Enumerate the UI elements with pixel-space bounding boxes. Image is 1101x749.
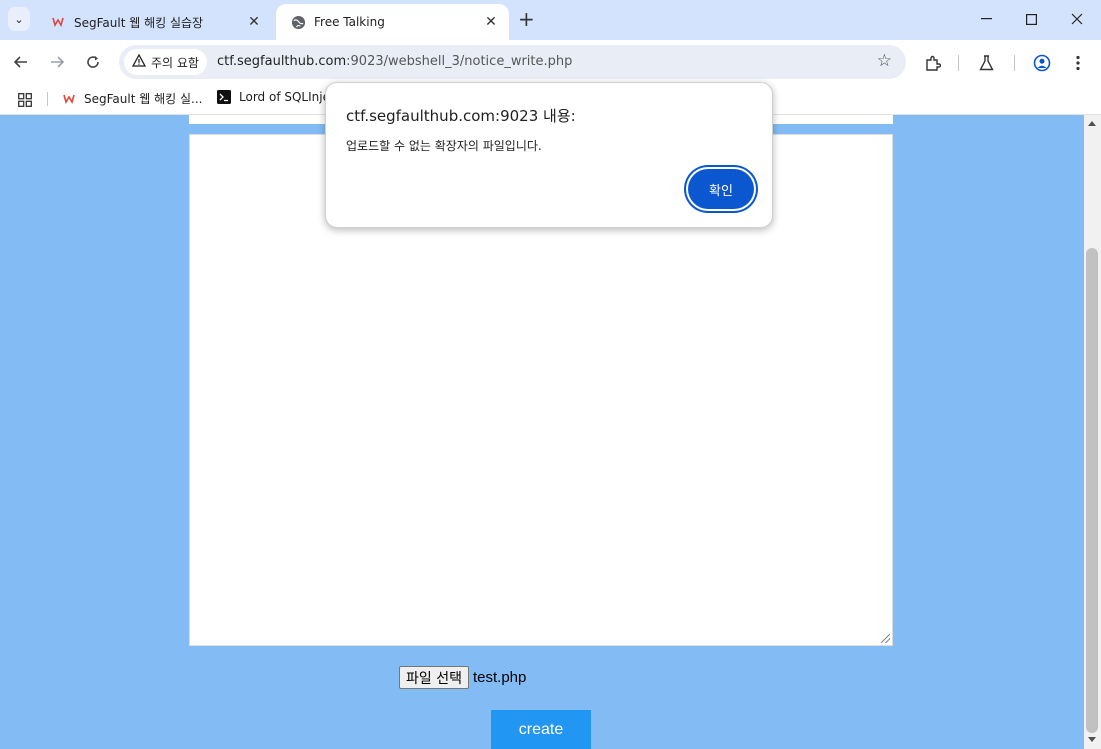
tab-free-talking[interactable]: Free Talking ✕ — [276, 4, 509, 40]
tab-title: SegFault 웹 해킹 실습장 — [74, 15, 204, 30]
bookmark-label: Lord of SQLInje — [239, 90, 330, 104]
warning-icon — [131, 53, 147, 70]
chevron-down-icon: ⌄ — [14, 12, 24, 26]
address-bar[interactable]: 주의 요함 ctf.segfaulthub.com:9023/webshell_… — [119, 45, 906, 79]
terminal-icon — [217, 90, 231, 104]
new-tab-icon[interactable]: + — [518, 8, 535, 30]
tab-strip: ⌄ SegFault 웹 해킹 실습장 ✕ Free Talking ✕ + — [0, 0, 1101, 40]
vertical-scrollbar[interactable] — [1084, 115, 1101, 749]
close-window-icon[interactable] — [1054, 0, 1100, 38]
globe-icon — [290, 14, 306, 30]
selected-file-name: test.php — [472, 669, 527, 686]
maximize-icon[interactable] — [1008, 0, 1054, 38]
resize-handle-icon[interactable] — [881, 634, 890, 643]
alert-dialog: ctf.segfaulthub.com:9023 내용: 업로드할 수 없는 확… — [325, 82, 773, 228]
tab-title: Free Talking — [314, 15, 385, 29]
minimize-icon[interactable] — [963, 0, 1009, 38]
bookmark-star-icon[interactable]: ☆ — [877, 51, 892, 71]
file-upload: 파일 선택 test.php — [399, 666, 526, 689]
extensions-icon[interactable] — [921, 52, 943, 74]
close-tab-icon[interactable]: ✕ — [483, 14, 499, 30]
tab-search-button[interactable]: ⌄ — [8, 7, 30, 31]
apps-grid-icon[interactable] — [18, 92, 32, 111]
bookmark-sqli[interactable]: Lord of SQLInje — [217, 90, 330, 104]
toolbar: 주의 요함 ctf.segfaulthub.com:9023/webshell_… — [0, 40, 1101, 84]
back-arrow-icon[interactable] — [9, 50, 33, 74]
bookmarks-divider — [47, 92, 48, 106]
choose-file-button[interactable]: 파일 선택 — [399, 666, 469, 689]
tab-segfault[interactable]: SegFault 웹 해킹 실습장 ✕ — [36, 4, 272, 40]
dialog-ok-button[interactable]: 확인 — [688, 169, 754, 209]
bookmark-label: SegFault 웹 해킹 실... — [84, 92, 203, 106]
segfault-favicon-icon — [50, 14, 66, 30]
toolbar-divider — [958, 55, 959, 71]
security-chip[interactable]: 주의 요함 — [124, 49, 207, 75]
url-path: :9023/webshell_3/notice_write.php — [346, 54, 573, 69]
toolbar-divider — [1014, 55, 1015, 71]
url-host: ctf.segfaulthub.com — [217, 54, 347, 69]
url-text[interactable]: ctf.segfaulthub.com:9023/webshell_3/noti… — [217, 54, 572, 69]
segfault-favicon-icon — [62, 92, 76, 106]
create-button[interactable]: create — [491, 710, 591, 749]
forward-arrow-icon[interactable] — [45, 50, 69, 74]
scroll-up-arrow-icon[interactable] — [1088, 121, 1096, 126]
security-chip-label: 주의 요함 — [151, 55, 199, 70]
bookmark-segfault[interactable]: SegFault 웹 해킹 실... — [62, 90, 202, 107]
labs-flask-icon[interactable] — [975, 52, 997, 74]
profile-avatar-icon[interactable] — [1031, 52, 1053, 74]
scrollbar-thumb[interactable] — [1086, 248, 1098, 733]
close-tab-icon[interactable]: ✕ — [246, 14, 262, 30]
scroll-down-arrow-icon[interactable] — [1088, 737, 1096, 742]
reload-icon[interactable] — [81, 50, 105, 74]
dialog-title: ctf.segfaulthub.com:9023 내용: — [346, 107, 576, 125]
dialog-message: 업로드할 수 없는 확장자의 파일입니다. — [346, 139, 542, 153]
more-menu-icon[interactable] — [1067, 52, 1089, 74]
